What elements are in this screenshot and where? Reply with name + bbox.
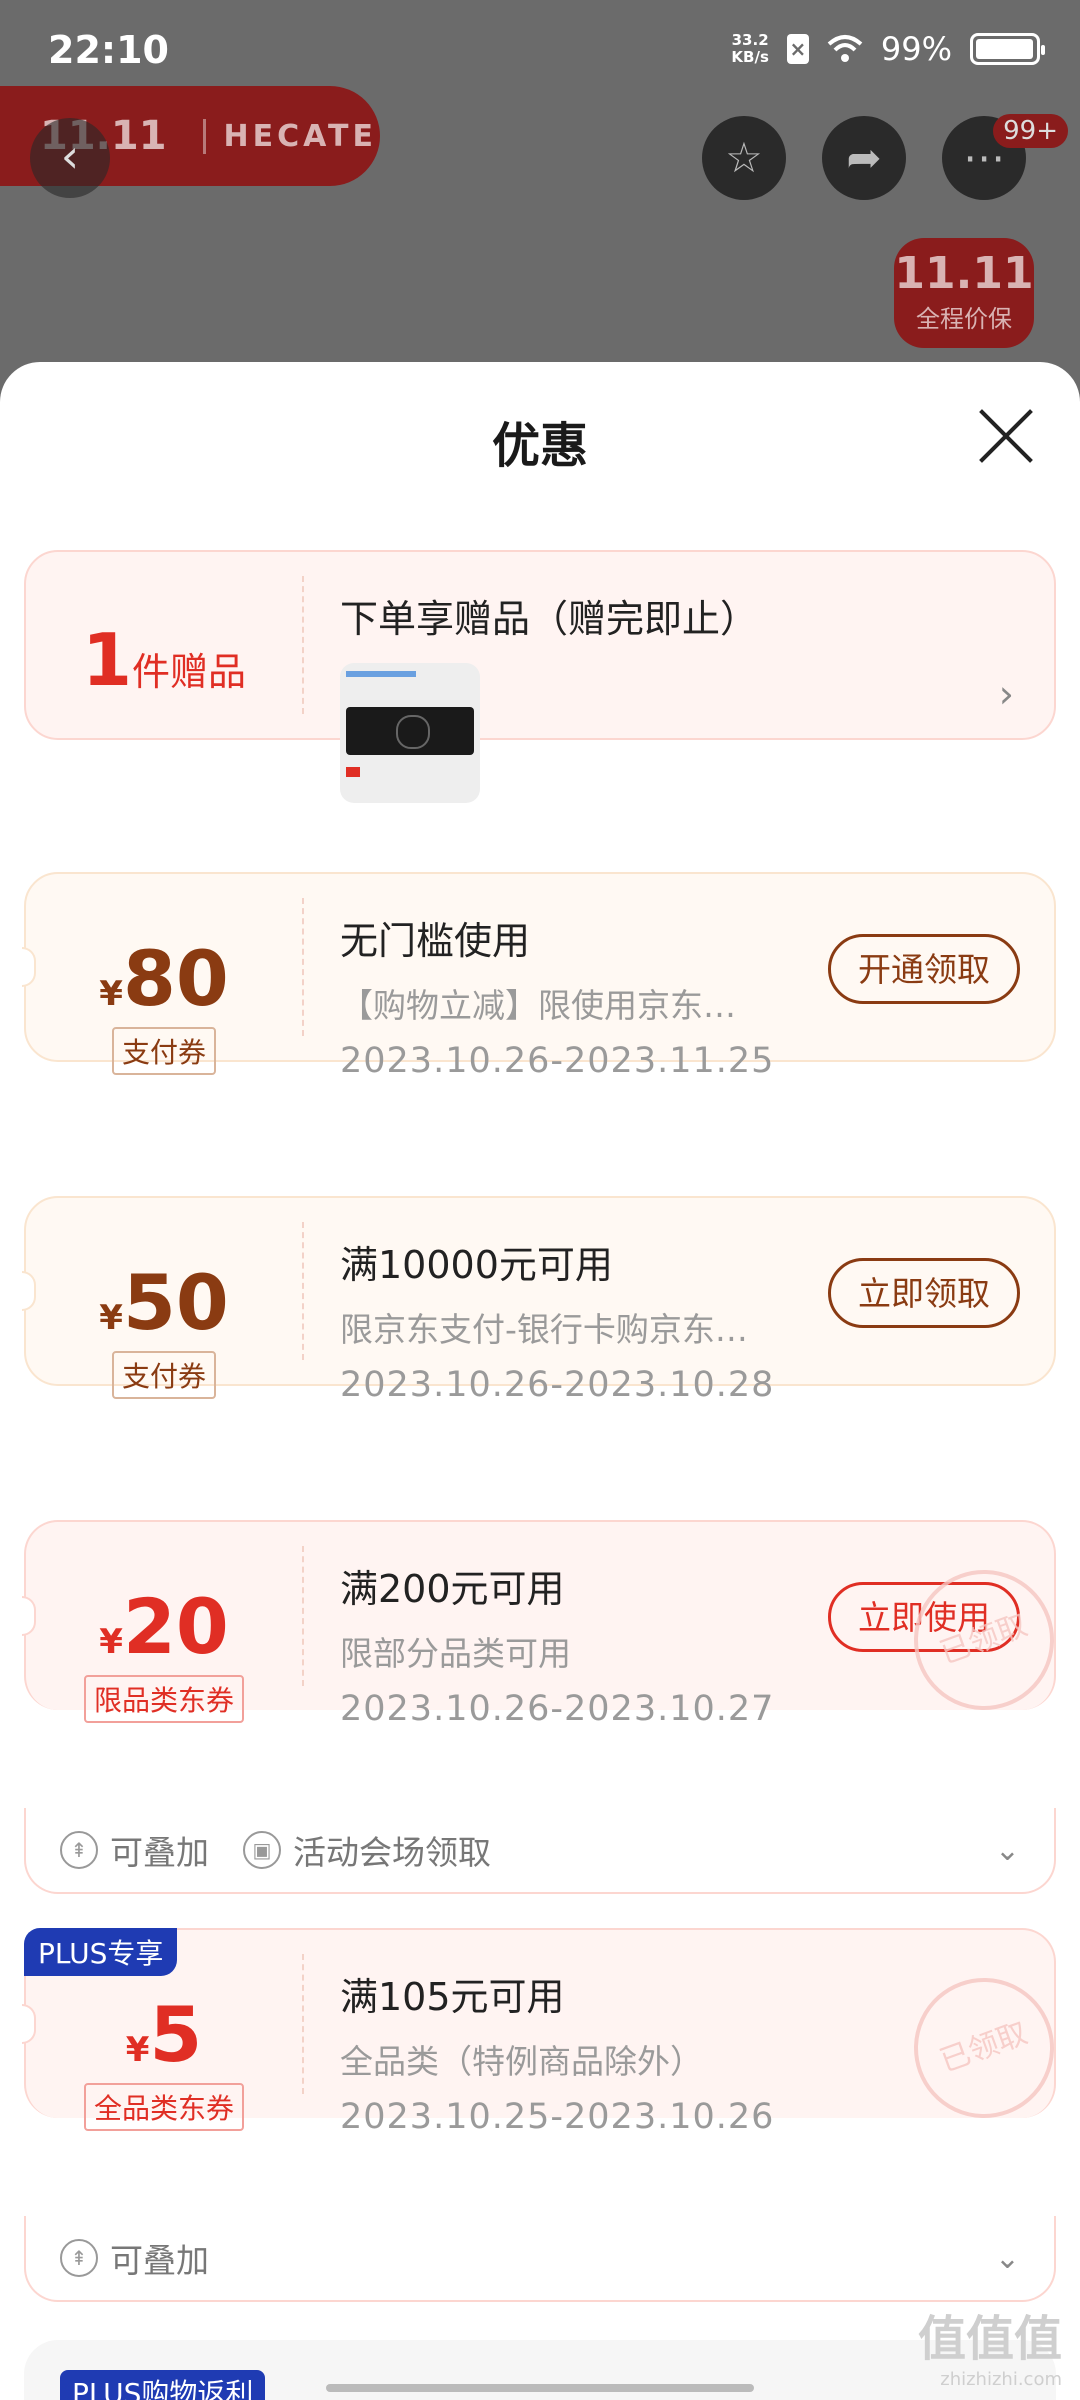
sheet-title: 优惠	[491, 418, 588, 474]
offers-sheet: 优惠 1件赠品 下单享赠品（赠完即止） › ¥80 支付券 无门槛使用 【购物立…	[0, 362, 1080, 2400]
chevron-right-icon: ›	[998, 672, 1014, 716]
wifi-icon	[827, 35, 863, 62]
coupon-amount: ¥80	[99, 934, 229, 1023]
source-label: 活动会场领取	[293, 1833, 491, 1872]
plus-exclusive-badge: PLUS专享	[24, 1928, 178, 1976]
watermark: 值值值 zhizhizhi.com	[917, 2311, 1062, 2390]
notification-badge: 99+	[993, 114, 1068, 148]
coupon-validity: 2023.10.26-2023.10.27	[340, 1689, 775, 1729]
coupon-card: ¥80 支付券 无门槛使用 【购物立减】限使用京东… 2023.10.26-20…	[22, 872, 1056, 1081]
claim-now-button[interactable]: 立即领取	[828, 1258, 1020, 1328]
chevron-down-icon[interactable]: ⌄	[995, 2241, 1020, 2276]
coupon-card: ¥5 全品类东券 满105元可用 全品类（特例商品除外） 2023.10.25-…	[22, 1928, 1074, 2138]
coupon-type-tag: 全品类东券	[83, 2083, 244, 2131]
coupon-type-tag: 支付券	[111, 1027, 216, 1075]
gift-card[interactable]: 1件赠品 下单享赠品（赠完即止） ›	[24, 550, 1056, 803]
coupon-validity: 2023.10.25-2023.10.26	[340, 2097, 775, 2137]
stack-icon: ⇞	[60, 2239, 98, 2277]
share-button[interactable]: ➦	[822, 116, 906, 200]
coupon-amount: ¥5	[125, 1990, 203, 2079]
status-icons: 33.2 KB/s × 99%	[731, 30, 1045, 68]
coupon-amount: ¥50	[99, 1258, 229, 1347]
coupon-footer[interactable]: ⇞ 可叠加 ⌄	[24, 2216, 1056, 2302]
chevron-down-icon[interactable]: ⌄	[995, 1833, 1020, 1868]
coupon-validity: 2023.10.26-2023.10.28	[340, 1365, 775, 1405]
home-indicator[interactable]	[326, 2384, 754, 2392]
gift-count: 1件赠品	[81, 618, 247, 702]
coupon-type-tag: 支付券	[111, 1351, 216, 1399]
net-speed: 33.2 KB/s	[731, 31, 769, 66]
coupon-validity: 2023.10.26-2023.11.25	[340, 1041, 775, 1081]
coupon-type-tag: 限品类东券	[83, 1675, 244, 1723]
gift-title: 下单享赠品（赠完即止）	[340, 597, 759, 641]
battery-percent: 99%	[880, 30, 952, 68]
back-button[interactable]: ‹	[30, 118, 110, 198]
no-sim-icon: ×	[786, 34, 809, 64]
close-icon[interactable]	[976, 406, 1036, 466]
plus-rebate-label: PLUS购物返利	[60, 2370, 266, 2400]
battery-icon	[970, 33, 1045, 65]
star-icon: ☆	[725, 133, 763, 182]
back-icon: ‹	[60, 129, 80, 183]
status-time: 22:10	[48, 28, 169, 72]
price-protection-tag: 11.11 全程价保	[894, 238, 1034, 348]
stackable-label: 可叠加	[110, 2241, 209, 2280]
brand-logo: HECATE	[202, 118, 377, 154]
activate-claim-button[interactable]: 开通领取	[828, 934, 1020, 1004]
status-bar: 22:10 33.2 KB/s × 99%	[0, 0, 1080, 100]
gift-image	[340, 663, 480, 803]
coupon-amount: ¥20	[99, 1582, 229, 1671]
coupon-card: ¥20 限品类东券 满200元可用 限部分品类可用 2023.10.26-202…	[22, 1520, 1074, 1730]
stack-icon: ⇞	[60, 1831, 98, 1869]
stackable-label: 可叠加	[110, 1833, 209, 1872]
coupon-footer[interactable]: ⇞ 可叠加 ▣ 活动会场领取 ⌄	[24, 1808, 1056, 1894]
ticket-icon: ▣	[243, 1831, 281, 1869]
favorite-button[interactable]: ☆	[702, 116, 786, 200]
share-icon: ➦	[846, 133, 882, 182]
coupon-condition: 满105元可用	[340, 1975, 565, 2019]
coupon-card: ¥50 支付券 满10000元可用 限京东支付-银行卡购京东… 2023.10.…	[22, 1196, 1056, 1405]
